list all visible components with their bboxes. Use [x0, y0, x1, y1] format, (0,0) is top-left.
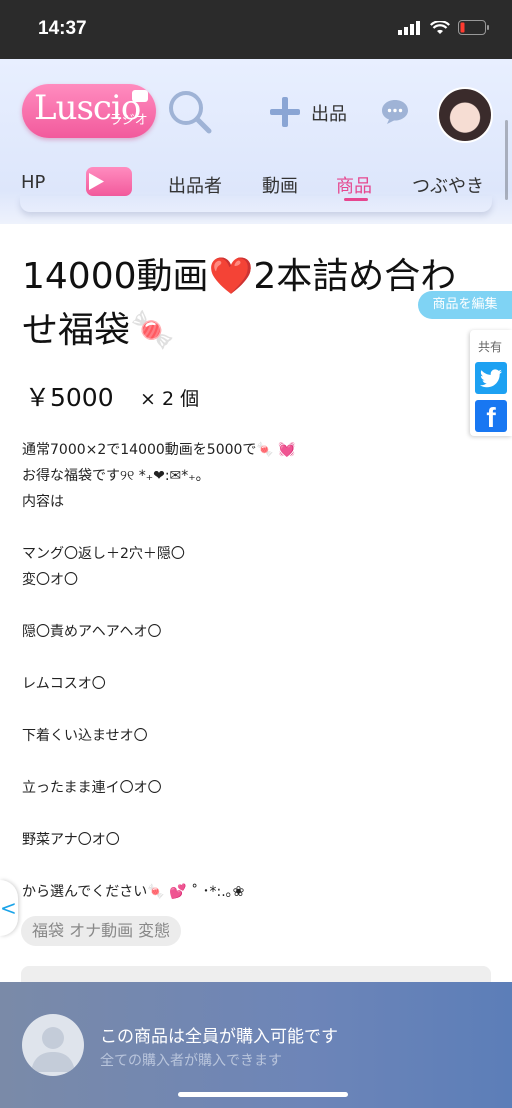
tab-hp[interactable]: HP	[21, 172, 45, 193]
wifi-icon	[430, 20, 450, 34]
share-panel: 共有 f	[470, 330, 512, 436]
tab-products[interactable]: 商品	[336, 172, 372, 198]
description-line: 野菜アナ〇オ〇	[22, 832, 120, 848]
plus-icon[interactable]	[270, 97, 300, 127]
description-line: 下着くい込ませオ〇	[22, 728, 148, 744]
description-line: 通常7000×2で14000動画を5000で🍬 💓	[22, 442, 296, 458]
product-quantity: × 2 個	[140, 388, 200, 410]
description-line	[22, 515, 462, 541]
description-line	[22, 645, 462, 671]
description-line: 立ったまま連イ〇オ〇	[22, 780, 162, 796]
chat-icon[interactable]	[381, 99, 409, 125]
description-line: から選んでください🍬 💕 ˚ ･*:.｡❀	[22, 884, 245, 900]
battery-icon	[458, 20, 489, 35]
back-tab[interactable]: <	[0, 880, 18, 936]
tab-tweets[interactable]: つぶやき	[412, 172, 484, 198]
description-line: 内容は	[22, 494, 64, 510]
chevron-left-icon: <	[0, 896, 17, 920]
scroll-indicator[interactable]	[505, 120, 508, 200]
purchase-footer: この商品は全員が購入可能です 全ての購入者が購入できます	[0, 982, 512, 1108]
description-line: マング〇返し＋2穴＋隠〇	[22, 546, 185, 562]
edit-product-button[interactable]: 商品を編集	[418, 291, 512, 319]
purchase-availability-title: この商品は全員が購入可能です	[100, 1027, 338, 1047]
twitter-icon[interactable]	[475, 362, 507, 394]
search-icon[interactable]	[167, 89, 213, 135]
share-label: 共有	[478, 340, 503, 354]
product-price: ￥5000	[25, 383, 114, 412]
user-avatar[interactable]	[437, 87, 493, 143]
site-logo[interactable]: Luscio ラジオ	[22, 84, 156, 138]
status-icons	[398, 20, 490, 35]
play-icon	[89, 173, 104, 190]
nav-shadow	[20, 196, 492, 212]
product-tags[interactable]: 福袋 オナ動画 変態	[21, 916, 182, 946]
logo-subtitle: ラジオ	[109, 113, 148, 128]
description-line	[22, 801, 462, 827]
signal-icon	[398, 20, 420, 35]
status-time: 14:37	[38, 18, 87, 39]
video-tab-button[interactable]	[86, 167, 132, 196]
description-line: 隠〇責めアヘアヘオ〇	[22, 624, 162, 640]
status-bar: 14:37	[0, 0, 512, 59]
tab-videos[interactable]: 動画	[262, 172, 298, 198]
description-line	[22, 749, 462, 775]
description-line: レムコスオ〇	[22, 676, 106, 692]
description-line	[22, 853, 462, 879]
facebook-icon[interactable]: f	[475, 400, 507, 433]
description-line	[22, 697, 462, 723]
tab-sellers[interactable]: 出品者	[168, 172, 222, 198]
product-description: 通常7000×2で14000動画を5000で🍬 💓 お得な福袋です୨୧ *₊❤︎…	[22, 437, 462, 905]
buyer-avatar-icon	[22, 1014, 84, 1076]
tv-icon	[132, 90, 148, 102]
description-line: 変〇オ〇	[22, 572, 78, 588]
home-indicator[interactable]	[178, 1092, 348, 1097]
purchase-availability-subtitle: 全ての購入者が購入できます	[100, 1053, 282, 1069]
sell-button-label[interactable]: 出品	[311, 100, 347, 126]
description-line: お得な福袋です୨୧ *₊❤︎:✉︎*₊。	[22, 468, 210, 484]
description-line	[22, 593, 462, 619]
